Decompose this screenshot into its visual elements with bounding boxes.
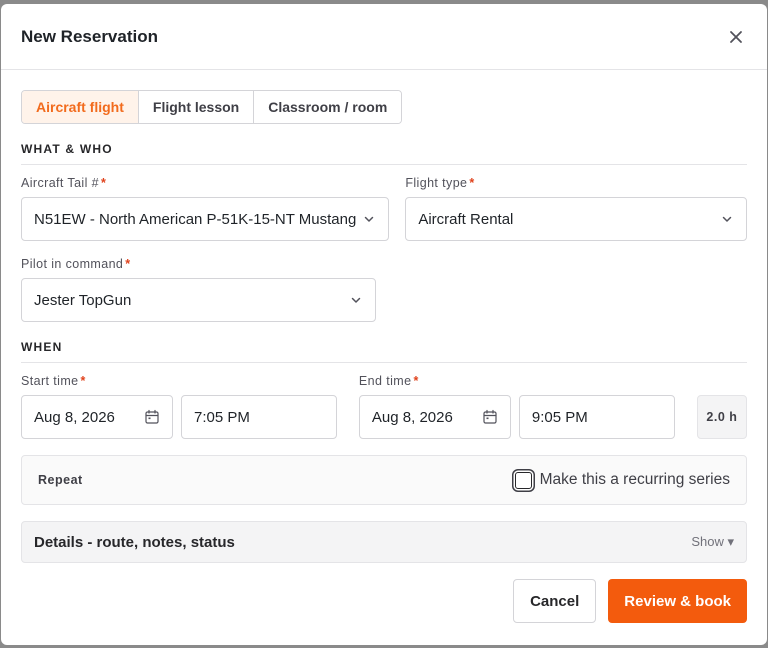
recurring-checkbox-label: Make this a recurring series (539, 471, 730, 488)
chevron-down-icon (351, 297, 361, 303)
end-time-value: 9:05 PM (531, 408, 588, 426)
start-date-input[interactable]: Aug 8, 2026 (21, 395, 173, 439)
aircraft-select[interactable]: N51EW - North American P-51K-15-NT Musta… (21, 197, 390, 241)
details-title: Details - route, notes, status (34, 533, 235, 551)
start-time-value: 7:05 PM (194, 408, 250, 426)
details-accordion[interactable]: Details - route, notes, status Show ▾ (21, 521, 747, 563)
details-show-toggle[interactable]: Show ▾ (691, 534, 734, 550)
tab-classroom-room[interactable]: Classroom / room (254, 91, 402, 123)
end-time-label: End time * (358, 374, 419, 388)
flight-type-label: Flight type * (405, 176, 475, 190)
new-reservation-modal: New Reservation Aircraft flight Flight l… (1, 4, 767, 645)
aircraft-label: Aircraft Tail # * (21, 176, 107, 190)
duration-badge: 2.0 h (696, 395, 747, 439)
modal-footer: Cancel Review & book (21, 579, 747, 623)
chevron-down-icon (365, 216, 374, 222)
modal-body: Aircraft flight Flight lesson Classroom … (1, 70, 767, 623)
close-icon (730, 30, 742, 43)
calendar-icon (145, 409, 159, 424)
pilot-value: Jester TopGun (34, 291, 132, 309)
end-date-value: Aug 8, 2026 (371, 408, 453, 426)
reservation-type-tabs: Aircraft flight Flight lesson Classroom … (21, 90, 403, 124)
pilot-label: Pilot in command * (21, 257, 131, 271)
close-button[interactable] (725, 26, 747, 48)
cancel-button[interactable]: Cancel (513, 579, 597, 623)
start-date-value: Aug 8, 2026 (34, 408, 115, 426)
end-time-input[interactable]: 9:05 PM (518, 395, 675, 439)
flight-type-select[interactable]: Aircraft Rental (405, 197, 747, 241)
pilot-select[interactable]: Jester TopGun (21, 278, 376, 322)
recurring-checkbox[interactable] (514, 471, 532, 489)
end-date-input[interactable]: Aug 8, 2026 (358, 395, 511, 439)
modal-title: New Reservation (21, 26, 158, 46)
repeat-section: Repeat Make this a recurring series (21, 455, 747, 505)
tab-aircraft-flight[interactable]: Aircraft flight (22, 91, 139, 123)
review-book-button[interactable]: Review & book (608, 579, 747, 623)
repeat-label: Repeat (38, 473, 83, 487)
calendar-icon (483, 409, 497, 424)
tab-flight-lesson[interactable]: Flight lesson (138, 91, 255, 123)
section-title-when: WHEN (21, 340, 747, 363)
aircraft-value: N51EW - North American P-51K-15-NT Musta… (34, 210, 357, 228)
flight-type-value: Aircraft Rental (418, 210, 514, 228)
modal-header: New Reservation (1, 4, 767, 70)
start-time-input[interactable]: 7:05 PM (181, 395, 337, 439)
recurring-checkbox-row[interactable]: Make this a recurring series (514, 471, 730, 489)
start-time-label: Start time * (21, 374, 86, 388)
chevron-down-icon (722, 216, 732, 222)
section-title-what-who: WHAT & WHO (21, 142, 747, 165)
